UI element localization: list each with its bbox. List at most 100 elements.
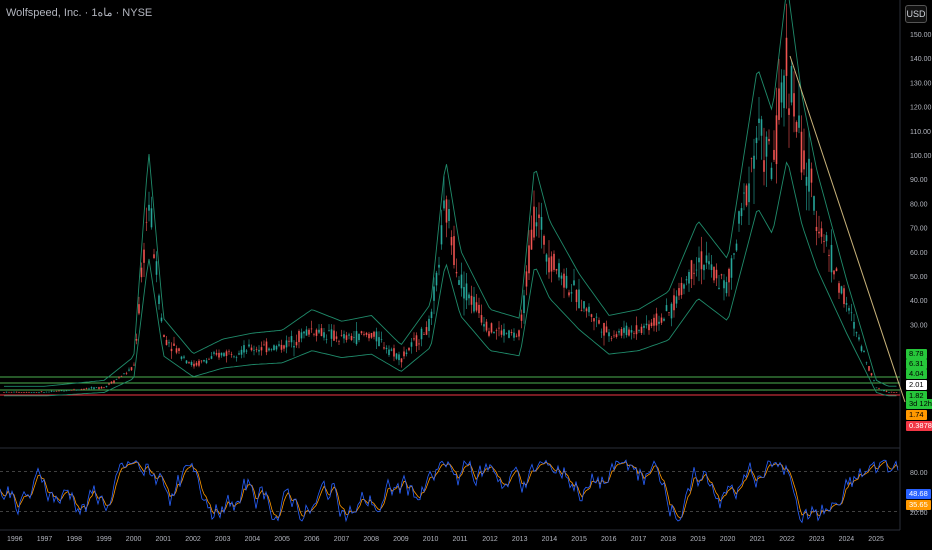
candle-body bbox=[443, 200, 445, 209]
price-badge: 1.74 bbox=[906, 410, 927, 420]
candle-body bbox=[710, 264, 713, 271]
candle-body bbox=[815, 226, 818, 232]
stoch-d-line bbox=[0, 460, 899, 519]
time-tick-label: 2009 bbox=[393, 536, 409, 543]
candle-body bbox=[303, 331, 305, 334]
candle-body bbox=[783, 75, 785, 109]
candle-body bbox=[60, 390, 63, 392]
candle-body bbox=[718, 287, 720, 289]
time-tick-label: 2012 bbox=[482, 536, 498, 543]
candle-body bbox=[578, 289, 580, 309]
candle-body bbox=[98, 387, 100, 389]
time-tick-label: 2000 bbox=[126, 536, 142, 543]
candle-body bbox=[560, 275, 563, 279]
candle-body bbox=[240, 349, 243, 355]
horizontal-levels[interactable] bbox=[0, 376, 900, 396]
candle-body bbox=[213, 352, 215, 354]
candle-body bbox=[113, 380, 115, 383]
price-badge: 0.3878 bbox=[906, 421, 932, 431]
candle-body bbox=[503, 329, 505, 336]
candle-body bbox=[723, 280, 725, 289]
candle-body bbox=[528, 245, 530, 274]
candle-body bbox=[23, 392, 25, 393]
price-axis[interactable]: 150.00 140.00 130.00 120.00 110.00 100.00 90.0… bbox=[910, 32, 932, 514]
time-axis[interactable]: 1996 1997 1998 1999 2000 2001 2002 2003 2004 2005… bbox=[7, 536, 884, 543]
candle-body bbox=[778, 88, 780, 120]
candle-body bbox=[318, 329, 320, 333]
candle-body bbox=[888, 392, 890, 393]
candle-body bbox=[95, 387, 98, 389]
candle-body bbox=[750, 158, 753, 159]
time-tick-label: 2017 bbox=[631, 536, 647, 543]
candle-body bbox=[210, 356, 213, 359]
candle-body bbox=[530, 229, 533, 250]
candle-body bbox=[170, 348, 173, 352]
candle-body bbox=[5, 391, 8, 393]
candle-body bbox=[153, 254, 155, 259]
candle-body bbox=[860, 346, 863, 352]
candle-body bbox=[308, 329, 310, 335]
candle-body bbox=[73, 389, 75, 391]
candle-body bbox=[275, 346, 278, 350]
candle-body bbox=[680, 282, 683, 295]
candle-body bbox=[590, 314, 593, 317]
candle-body bbox=[193, 363, 195, 367]
candle-body bbox=[873, 380, 875, 381]
candle-body bbox=[125, 373, 128, 374]
candle-body bbox=[40, 391, 43, 393]
candle-body bbox=[638, 330, 640, 331]
candle-body bbox=[868, 366, 870, 371]
candle-body bbox=[825, 235, 828, 242]
candle-body bbox=[480, 315, 483, 323]
candle-body bbox=[263, 344, 265, 346]
candle-body bbox=[333, 330, 335, 341]
candle-body bbox=[433, 286, 435, 301]
candle-body bbox=[203, 359, 205, 362]
candle-body bbox=[635, 325, 638, 335]
candle-body bbox=[103, 387, 105, 388]
candle-body bbox=[130, 367, 133, 371]
candle-body bbox=[465, 283, 468, 301]
candle-body bbox=[523, 295, 525, 314]
chart-canvas[interactable]: 150.00 140.00 130.00 120.00 110.00 100.00 90.0… bbox=[0, 0, 932, 550]
candle-body bbox=[848, 308, 850, 311]
candle-body bbox=[535, 222, 538, 227]
candle-body bbox=[830, 244, 833, 273]
candle-body bbox=[285, 340, 288, 348]
candle-body bbox=[553, 253, 555, 270]
candle-body bbox=[670, 303, 673, 319]
candle-body bbox=[38, 392, 40, 394]
candle-body bbox=[198, 360, 200, 366]
candle-body bbox=[158, 295, 160, 304]
time-tick-label: 2014 bbox=[542, 536, 558, 543]
candle-body bbox=[120, 376, 123, 377]
candle-body bbox=[818, 231, 820, 234]
candle-body bbox=[345, 335, 348, 340]
candle-body bbox=[133, 364, 135, 366]
candle-body bbox=[538, 214, 540, 219]
candle-body bbox=[218, 352, 220, 358]
candle-body bbox=[315, 329, 318, 336]
candle-body bbox=[515, 335, 518, 337]
candle-body bbox=[725, 282, 728, 294]
candle-body bbox=[513, 332, 515, 338]
candle-body bbox=[748, 183, 750, 203]
candle-body bbox=[585, 308, 588, 312]
candle-body bbox=[850, 312, 853, 314]
candle-body bbox=[370, 332, 373, 338]
candle-body bbox=[548, 257, 550, 273]
candle-body bbox=[793, 93, 795, 117]
candle-body bbox=[845, 303, 848, 305]
candle-body bbox=[148, 204, 150, 211]
trend-line[interactable] bbox=[789, 55, 906, 403]
candle-body bbox=[225, 351, 228, 356]
candle-body bbox=[403, 351, 405, 357]
candle-body bbox=[390, 349, 393, 351]
candle-body bbox=[623, 327, 625, 333]
candle-body bbox=[448, 209, 450, 222]
candle-body bbox=[243, 345, 245, 353]
candle-body bbox=[745, 185, 748, 206]
candle-body bbox=[295, 341, 298, 346]
candle-body bbox=[105, 386, 108, 387]
candle-body bbox=[165, 339, 168, 345]
